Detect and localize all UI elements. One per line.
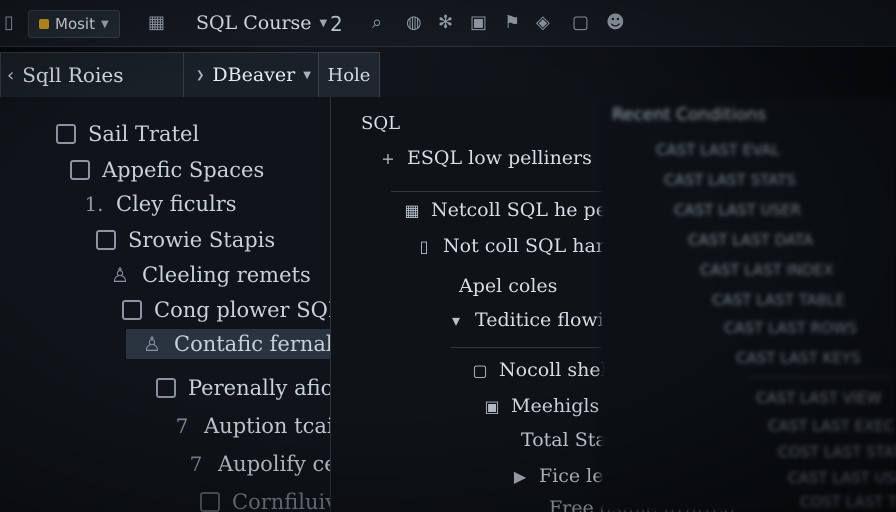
tree-item-label: Srowie Stapis	[128, 228, 276, 252]
project-label: SQL Course	[196, 12, 312, 34]
section-title: SQL	[361, 113, 400, 134]
property-row: CAST LAST DATA	[688, 231, 814, 249]
number-icon: 7	[175, 414, 189, 438]
tab-hole-label: Hole	[327, 64, 371, 86]
tab-hole[interactable]: Hole	[318, 52, 380, 97]
tree-item-label: Cley ficulrs	[116, 192, 237, 216]
play-icon: ▶	[513, 466, 527, 486]
project-selector[interactable]: SQL Course ▼	[188, 10, 335, 36]
divider	[750, 377, 890, 378]
grid-icon: ▦	[404, 200, 420, 220]
property-row: CAST LAST VIEW	[756, 389, 882, 407]
grid-icon[interactable]: ▦	[148, 12, 165, 33]
mid-item[interactable]: + ESQL low pelliners	[379, 147, 592, 169]
properties-header: Recent Conditions	[612, 105, 767, 125]
tree-item[interactable]: 1. Cley ficulrs	[84, 189, 237, 219]
number-icon: 7	[189, 452, 203, 476]
property-row: CAST LAST INDEX	[700, 261, 834, 279]
box-icon	[96, 230, 116, 250]
dbeaver-dropdown[interactable]: ❯ DBeaver ▼	[183, 53, 323, 97]
tree-item[interactable]: Srowie Stapis	[96, 225, 275, 255]
window-icon[interactable]: ▢	[572, 12, 589, 33]
toolbar-number: 2	[330, 12, 343, 36]
plus-icon: +	[381, 148, 395, 168]
property-row: CAST LAST ROWS	[724, 319, 858, 337]
property-row: CAST LAST USER	[674, 201, 802, 219]
mid-item-label: Apel coles	[459, 275, 558, 297]
user-icon[interactable]: ☻	[606, 12, 625, 33]
chevron-down-icon: ▾	[451, 310, 461, 330]
person-icon: ♙	[111, 263, 129, 287]
property-row: CAST LAST EVAL	[656, 141, 780, 159]
property-row: COST LAST TIME	[800, 493, 896, 511]
menu-dropdown-label: Mosit	[55, 15, 95, 33]
flag-icon[interactable]: ⚑	[504, 12, 520, 33]
top-toolbar: ▯ Mosit ▼ ▦ SQL Course ▼ 2 ⌕ ◍ ✻ ▣ ⚑ ◈ ▢…	[0, 0, 896, 47]
box-icon	[56, 124, 76, 144]
property-row: CAST LAST USERS	[788, 469, 896, 487]
navigator-header: ‹ Sqll Roies ❯ DBeaver ▼	[0, 52, 324, 98]
tree-item[interactable]: 7 Auption tcaits	[172, 411, 353, 441]
section-title-label: SQL	[361, 113, 401, 134]
sql-editor-panel: SQL + ESQL low pelliners ▦ Netcoll SQL h…	[330, 97, 738, 512]
tree-item-label: Appefic Spaces	[102, 158, 265, 182]
tree-item-label: Cleeling remets	[142, 263, 311, 287]
sidebar-toggle-icon[interactable]: ▯	[4, 12, 14, 33]
property-row: COST LAST STATE	[778, 443, 896, 461]
chevron-down-icon: ▼	[319, 17, 328, 29]
image-icon[interactable]: ▣	[470, 12, 487, 33]
tree-item[interactable]: Sail Tratel	[56, 119, 199, 149]
tree-item[interactable]: Cong plower SQL	[122, 295, 342, 325]
divider	[451, 347, 621, 348]
property-row: CAST LAST KEYS	[736, 349, 861, 367]
file-icon: ▯	[419, 236, 429, 256]
box-icon	[70, 160, 90, 180]
app-window: ▯ Mosit ▼ ▦ SQL Course ▼ 2 ⌕ ◍ ✻ ▣ ⚑ ◈ ▢…	[0, 0, 896, 512]
search-icon[interactable]: ⌕	[372, 12, 382, 33]
properties-panel: Recent Conditions CAST LAST EVAL CAST LA…	[600, 97, 896, 512]
dbeaver-label: DBeaver	[212, 64, 296, 86]
chevron-down-icon: ▼	[100, 18, 109, 30]
navigator-title: Sqll Roies	[22, 63, 124, 87]
box-icon	[200, 492, 220, 512]
list-number-icon: 1.	[84, 192, 104, 216]
mid-item[interactable]: Apel coles	[459, 275, 557, 297]
box-icon	[122, 300, 142, 320]
palette-icon[interactable]: ◈	[536, 12, 550, 33]
globe-icon[interactable]: ◍	[406, 12, 422, 33]
mid-item-label: ESQL low pelliners	[407, 147, 592, 169]
property-row: CAST LAST STATS	[664, 171, 796, 189]
square-icon: ▣	[484, 396, 500, 416]
chevron-down-icon: ▼	[303, 69, 311, 81]
tree-item[interactable]: ♙ Cleeling remets	[110, 260, 311, 290]
tree-item[interactable]: Appefic Spaces	[70, 155, 264, 185]
divider	[391, 191, 621, 192]
folder-icon	[39, 19, 49, 29]
property-row: CAST LAST EXEC	[768, 417, 895, 435]
square-icon: ▢	[472, 360, 488, 380]
back-arrow-icon[interactable]: ‹	[7, 65, 14, 86]
tree-item-label: Sail Tratel	[88, 122, 200, 146]
chevron-right-icon: ❯	[196, 69, 205, 81]
menu-dropdown-button[interactable]: Mosit ▼	[28, 10, 120, 38]
tree-item-label: Cong plower SQL	[154, 298, 342, 322]
box-icon	[156, 378, 176, 398]
person-icon: ♙	[143, 332, 161, 356]
property-row: CAST LAST TABLE	[712, 291, 845, 309]
settings-icon[interactable]: ✻	[438, 12, 453, 33]
